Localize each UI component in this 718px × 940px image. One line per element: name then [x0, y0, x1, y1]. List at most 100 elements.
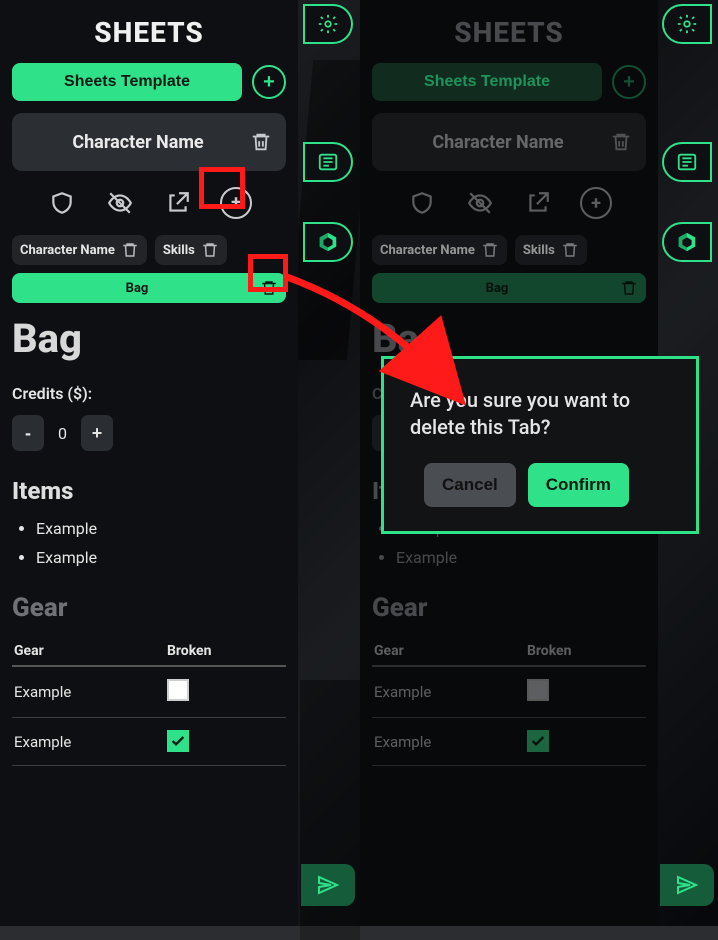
tab-skills[interactable]: Skills	[155, 235, 227, 265]
trash-icon[interactable]	[260, 279, 278, 297]
tab-skills[interactable]: Skills	[515, 235, 587, 265]
trash-icon[interactable]	[250, 131, 272, 153]
shield-icon	[409, 190, 435, 216]
tab-label: Character Name	[380, 243, 475, 258]
tab-label: Character Name	[20, 243, 115, 258]
plus-icon: +	[623, 72, 635, 92]
broken-checkbox[interactable]	[527, 730, 549, 752]
shield-icon-button[interactable]	[404, 185, 440, 221]
page-title: Bag	[12, 315, 286, 362]
open-external-icon-button[interactable]	[520, 185, 556, 221]
gear-name: Example	[12, 718, 165, 766]
sheet-action-row: +	[372, 185, 646, 221]
trash-icon[interactable]	[201, 241, 219, 259]
open-external-icon-button[interactable]	[160, 185, 196, 221]
gear-icon	[317, 13, 339, 35]
news-fab[interactable]	[662, 142, 712, 182]
gear-name: Example	[372, 666, 525, 718]
cancel-button[interactable]: Cancel	[424, 463, 516, 507]
gear-table: Gear Broken Example Example	[12, 637, 286, 766]
side-fab-column	[662, 222, 716, 262]
gear-icon	[676, 13, 698, 35]
settings-fab[interactable]	[662, 4, 712, 44]
sheets-template-button[interactable]: Sheets Template	[12, 63, 242, 101]
dice-fab[interactable]	[303, 222, 353, 262]
plus-circle-icon: +	[220, 187, 252, 219]
tab-bag[interactable]: Bag	[372, 273, 646, 303]
sheets-template-button[interactable]: Sheets Template	[372, 63, 602, 101]
side-fab-column	[662, 142, 716, 182]
broken-checkbox[interactable]	[167, 730, 189, 752]
sheet-action-row: +	[12, 185, 286, 221]
table-row: Example	[372, 718, 646, 766]
gear-heading: Gear	[12, 593, 286, 623]
sheet-panel-left: SHEETS Sheets Template + Character Name …	[0, 0, 298, 926]
trash-icon[interactable]	[121, 241, 139, 259]
gear-name: Example	[12, 666, 165, 718]
send-fab[interactable]	[660, 864, 714, 906]
character-name-bar[interactable]: Character Name	[372, 113, 646, 171]
col-broken: Broken	[525, 637, 646, 666]
gear-heading: Gear	[372, 593, 646, 623]
shield-icon	[49, 190, 75, 216]
delete-tab-modal: Are you sure you want to delete this Tab…	[381, 356, 699, 534]
add-tab-icon-button[interactable]: +	[218, 185, 254, 221]
tab-character-name[interactable]: Character Name	[12, 235, 147, 265]
character-name-label: Character Name	[26, 132, 250, 153]
tab-label: Bag	[20, 281, 254, 296]
credits-increment[interactable]: +	[81, 415, 113, 451]
news-fab[interactable]	[303, 142, 353, 182]
send-icon	[316, 873, 340, 897]
broken-checkbox[interactable]	[167, 679, 189, 701]
newspaper-icon	[676, 151, 698, 173]
shield-icon-button[interactable]	[44, 185, 80, 221]
character-name-bar[interactable]: Character Name	[12, 113, 286, 171]
d20-icon	[317, 231, 339, 253]
eye-off-icon-button[interactable]	[462, 185, 498, 221]
page-title: Bag	[372, 315, 646, 362]
add-sheet-button[interactable]: +	[612, 65, 646, 99]
check-icon	[170, 733, 186, 749]
modal-text: Are you sure you want to delete this Tab…	[410, 387, 670, 441]
character-name-label: Character Name	[386, 132, 610, 153]
credits-decrement[interactable]: -	[12, 415, 44, 451]
items-list: Example Example	[12, 519, 286, 567]
eye-off-icon	[467, 190, 493, 216]
list-item: Example	[36, 519, 286, 538]
open-external-icon	[525, 190, 551, 216]
send-fab[interactable]	[301, 864, 355, 906]
trash-icon[interactable]	[620, 279, 638, 297]
dice-fab[interactable]	[662, 222, 712, 262]
plus-circle-icon: +	[580, 187, 612, 219]
list-item: Example	[36, 548, 286, 567]
open-external-icon	[165, 190, 191, 216]
table-row: Example	[12, 666, 286, 718]
eye-off-icon-button[interactable]	[102, 185, 138, 221]
trash-icon[interactable]	[610, 131, 632, 153]
table-row: Example	[12, 718, 286, 766]
eye-off-icon	[107, 190, 133, 216]
tab-character-name[interactable]: Character Name	[372, 235, 507, 265]
broken-checkbox[interactable]	[527, 679, 549, 701]
tab-label: Skills	[163, 243, 195, 258]
credits-value: 0	[58, 424, 67, 443]
tab-label: Skills	[523, 243, 555, 258]
d20-icon	[676, 231, 698, 253]
sheets-title: SHEETS	[12, 16, 286, 49]
gear-name: Example	[372, 718, 525, 766]
trash-icon[interactable]	[481, 241, 499, 259]
tab-bag[interactable]: Bag	[12, 273, 286, 303]
add-tab-icon-button[interactable]: +	[578, 185, 614, 221]
col-gear: Gear	[372, 637, 525, 666]
add-sheet-button[interactable]: +	[252, 65, 286, 99]
side-fab-column	[303, 222, 357, 262]
side-fab-column	[303, 4, 357, 44]
tab-label: Bag	[380, 281, 614, 296]
newspaper-icon	[317, 151, 339, 173]
credits-stepper: - 0 +	[12, 415, 286, 451]
trash-icon[interactable]	[561, 241, 579, 259]
confirm-button[interactable]: Confirm	[528, 463, 629, 507]
col-broken: Broken	[165, 637, 286, 666]
sheets-title: SHEETS	[372, 16, 646, 49]
settings-fab[interactable]	[303, 4, 353, 44]
